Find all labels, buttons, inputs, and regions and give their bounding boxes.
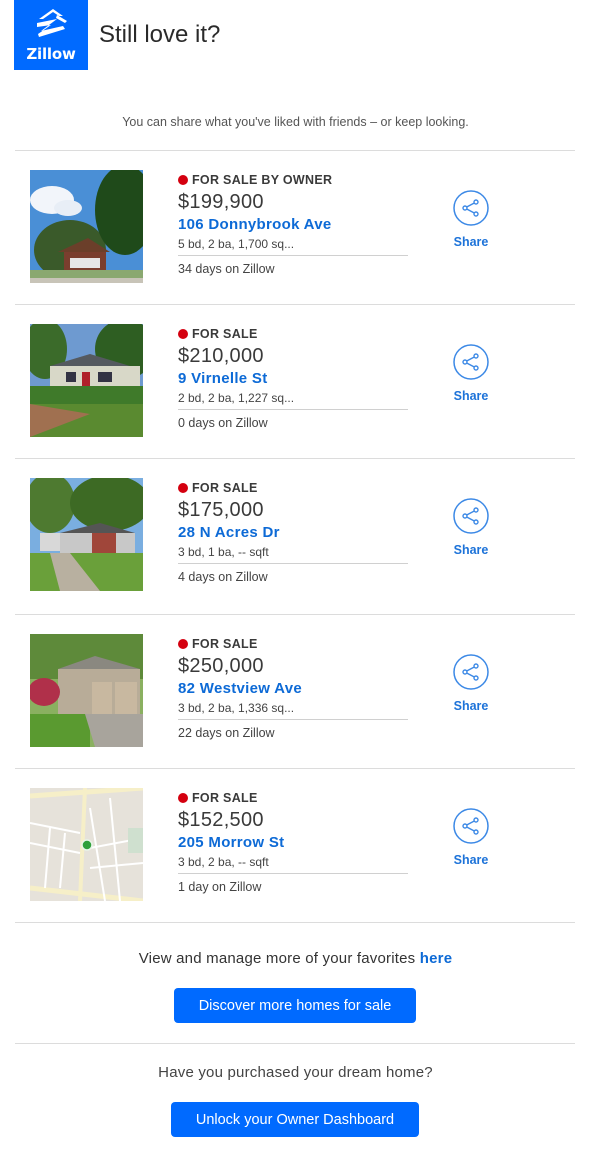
listing-item: FOR SALE $210,000 9 Virnelle St 2 bd, 2 … [15, 304, 575, 458]
share-icon [453, 498, 489, 534]
status-label: FOR SALE [192, 481, 258, 495]
status-dot-icon [178, 483, 188, 493]
listing-facts: 3 bd, 2 ba, 1,336 sq... [178, 701, 408, 720]
page-title: Still love it? [99, 21, 221, 48]
listing-info: FOR SALE $210,000 9 Virnelle St 2 bd, 2 … [178, 326, 408, 430]
email-header: Zillow Still love it? [14, 0, 220, 70]
status-label: FOR SALE [192, 327, 258, 341]
status-dot-icon [178, 793, 188, 803]
manage-favorites-text: View and manage more of your favorites h… [0, 950, 591, 967]
listing-status: FOR SALE [178, 326, 408, 342]
share-icon [453, 344, 489, 380]
share-button[interactable]: Share [449, 808, 493, 867]
listing-info: FOR SALE BY OWNER $199,900 106 Donnybroo… [178, 172, 408, 276]
listing-item: FOR SALE $175,000 28 N Acres Dr 3 bd, 1 … [15, 458, 575, 612]
share-label: Share [453, 543, 489, 557]
zillow-house-icon [37, 9, 67, 37]
listing-info: FOR SALE $250,000 82 Westview Ave 3 bd, … [178, 636, 408, 740]
listing-address-link[interactable]: 205 Morrow St [178, 834, 408, 851]
listing-days-on-zillow: 34 days on Zillow [178, 262, 275, 276]
listing-status: FOR SALE [178, 480, 408, 496]
listing-status: FOR SALE [178, 636, 408, 652]
listing-days-on-zillow: 22 days on Zillow [178, 726, 275, 740]
purchased-home-text: Have you purchased your dream home? [158, 1064, 433, 1081]
divider [15, 1043, 575, 1044]
status-label: FOR SALE BY OWNER [192, 173, 333, 187]
share-icon [453, 654, 489, 690]
status-dot-icon [178, 329, 188, 339]
listing-price: $175,000 [178, 499, 264, 521]
share-button[interactable]: Share [449, 654, 493, 713]
share-label: Share [453, 235, 489, 249]
zillow-logo[interactable]: Zillow [14, 0, 88, 70]
listing-price: $210,000 [178, 345, 264, 367]
listing-item: FOR SALE $152,500 205 Morrow St 3 bd, 2 … [15, 768, 575, 922]
house-photo[interactable] [30, 478, 143, 591]
status-dot-icon [178, 639, 188, 649]
share-icon [453, 190, 489, 226]
house-photo[interactable] [30, 634, 143, 747]
divider [15, 922, 575, 923]
unlock-owner-dashboard-button[interactable]: Unlock your Owner Dashboard [171, 1102, 419, 1137]
listing-item: FOR SALE BY OWNER $199,900 106 Donnybroo… [15, 150, 575, 304]
listing-item: FOR SALE $250,000 82 Westview Ave 3 bd, … [15, 614, 575, 768]
subtitle: You can share what you've liked with fri… [122, 115, 469, 129]
listing-days-on-zillow: 0 days on Zillow [178, 416, 268, 430]
listing-info: FOR SALE $152,500 205 Morrow St 3 bd, 2 … [178, 790, 408, 894]
logo-text: Zillow [26, 45, 76, 63]
listing-status: FOR SALE [178, 790, 408, 806]
share-label: Share [453, 389, 489, 403]
listing-price: $199,900 [178, 191, 264, 213]
share-label: Share [453, 853, 489, 867]
status-dot-icon [178, 175, 188, 185]
manage-favorites-label: View and manage more of your favorites [138, 950, 416, 967]
listing-days-on-zillow: 4 days on Zillow [178, 570, 268, 584]
house-photo[interactable] [30, 324, 143, 437]
share-button[interactable]: Share [449, 344, 493, 403]
discover-homes-button[interactable]: Discover more homes for sale [174, 988, 416, 1023]
favorites-here-link[interactable]: here [420, 950, 453, 967]
share-button[interactable]: Share [449, 498, 493, 557]
listing-facts: 5 bd, 2 ba, 1,700 sq... [178, 237, 408, 256]
listing-price: $250,000 [178, 655, 264, 677]
listing-address-link[interactable]: 106 Donnybrook Ave [178, 216, 408, 233]
listing-facts: 2 bd, 2 ba, 1,227 sq... [178, 391, 408, 410]
listing-facts: 3 bd, 1 ba, -- sqft [178, 545, 408, 564]
status-label: FOR SALE [192, 637, 258, 651]
listing-status: FOR SALE BY OWNER [178, 172, 408, 188]
house-photo[interactable] [30, 170, 143, 283]
map-thumbnail[interactable] [30, 788, 143, 901]
listing-info: FOR SALE $175,000 28 N Acres Dr 3 bd, 1 … [178, 480, 408, 584]
share-label: Share [453, 699, 489, 713]
status-label: FOR SALE [192, 791, 258, 805]
listing-address-link[interactable]: 28 N Acres Dr [178, 524, 408, 541]
listing-address-link[interactable]: 82 Westview Ave [178, 680, 408, 697]
share-button[interactable]: Share [449, 190, 493, 249]
listing-days-on-zillow: 1 day on Zillow [178, 880, 262, 894]
listing-address-link[interactable]: 9 Virnelle St [178, 370, 408, 387]
share-icon [453, 808, 489, 844]
listing-price: $152,500 [178, 809, 264, 831]
listing-facts: 3 bd, 2 ba, -- sqft [178, 855, 408, 874]
